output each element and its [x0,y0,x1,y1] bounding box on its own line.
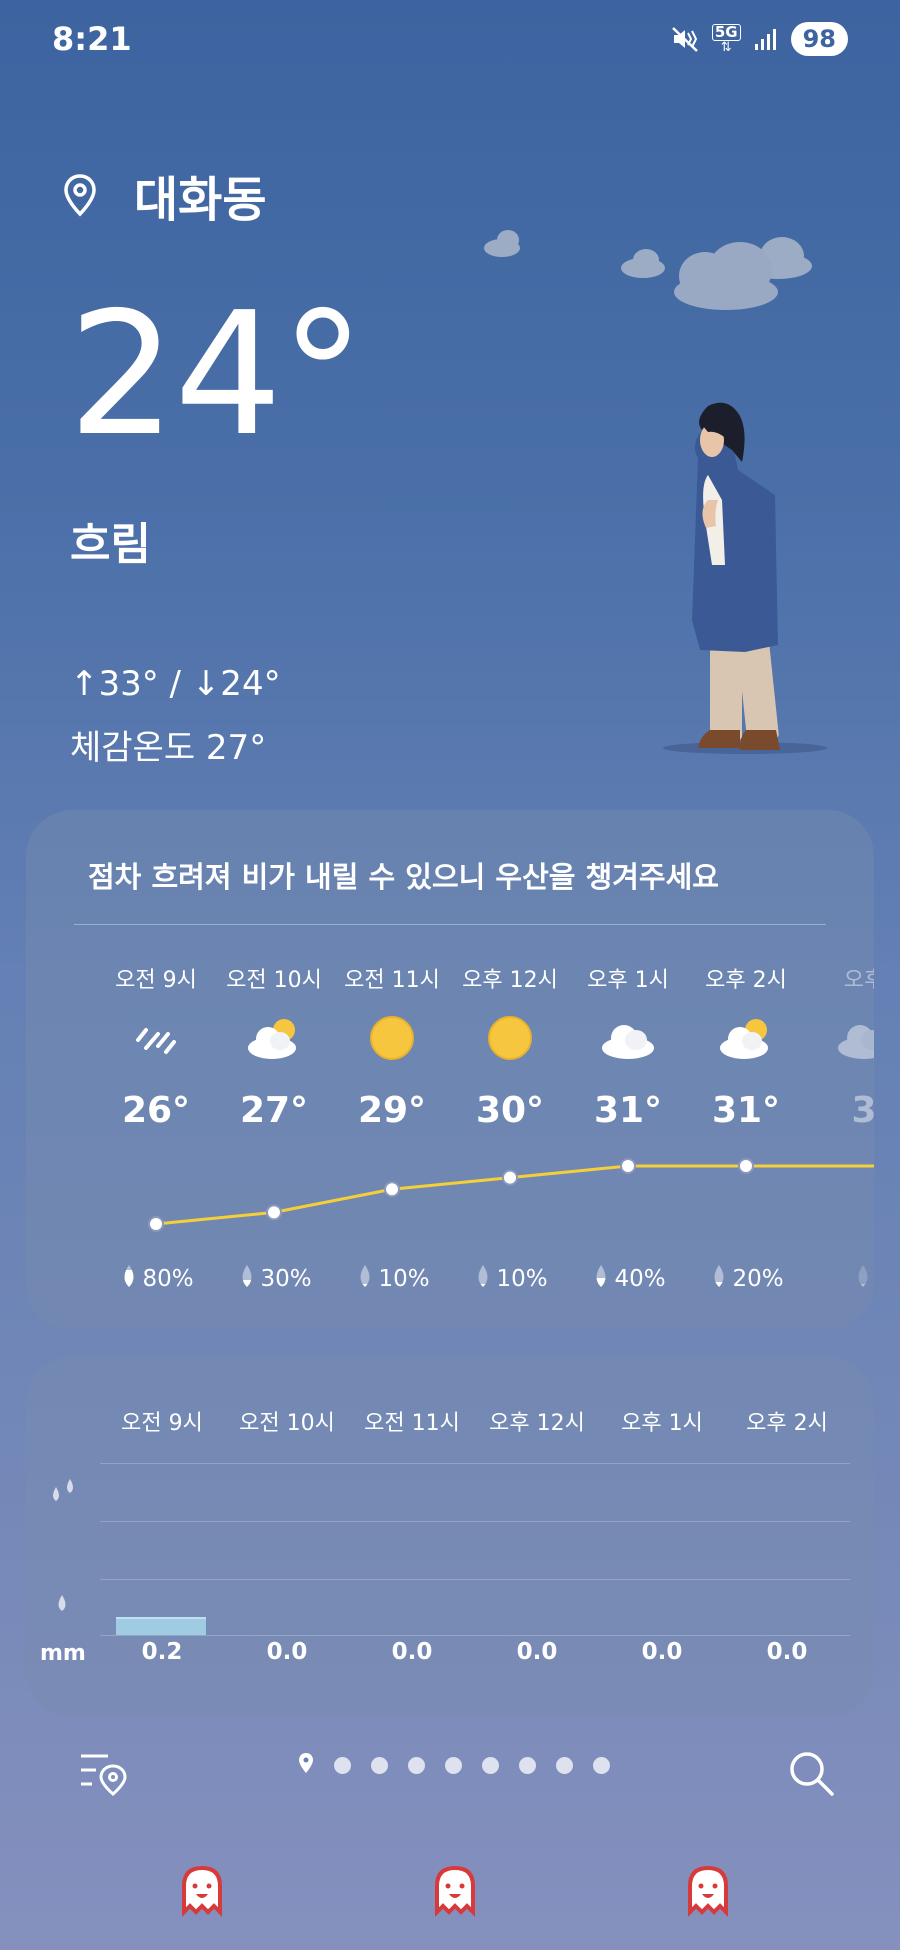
rainfall-amount: 0.0 [391,1639,433,1665]
high-low-temperature: ↑33° / ↓24° [70,664,281,704]
temperature-point [148,1216,164,1232]
page-dot[interactable] [408,1756,425,1774]
rainfall-time-label: 오후 1시 [621,1411,703,1436]
temperature-trend-line [148,1158,874,1232]
rainfall-bar [116,1617,206,1635]
page-dot[interactable] [445,1756,462,1774]
rainfall-amount: 0.0 [766,1639,808,1665]
rainfall-unit: mm [40,1641,86,1666]
temperature-point [266,1204,282,1221]
location-list-icon[interactable] [78,1750,128,1796]
page-indicator[interactable] [298,1752,610,1778]
ghost-icon[interactable] [680,1862,736,1918]
rainfall-time-label: 오후 2시 [746,1411,828,1436]
rainfall-time-label: 오전 10시 [239,1411,335,1436]
temperature-point [502,1169,518,1186]
page-dot[interactable] [519,1756,536,1774]
grid-line [100,1463,850,1464]
temperature-point [620,1158,636,1174]
temperature-point [738,1158,754,1174]
page-dot[interactable] [334,1756,351,1774]
light-rain-drop-icon [58,1595,66,1611]
bottom-nav [0,1742,900,1802]
grid-line [100,1635,850,1636]
search-icon[interactable] [786,1748,836,1798]
ghost-icon[interactable] [174,1862,230,1918]
page-dot[interactable] [482,1756,499,1774]
rainfall-amount: 0.0 [641,1639,683,1665]
rainfall-amount: 0.0 [266,1639,308,1665]
person-illustration [663,402,827,754]
rainfall-amount: 0.0 [516,1639,558,1665]
heavy-rain-drops-icon [53,1479,73,1501]
ghost-icon[interactable] [427,1862,483,1918]
current-temperature: 24° [68,276,365,474]
grid-line [100,1579,850,1580]
feels-like-temperature: 체감온도 27° [70,728,267,768]
rainfall-time-label: 오전 11시 [364,1411,460,1436]
rainfall-card[interactable]: 오전 9시 오전 10시 오전 11시 오후 12시 오후 1시 오후 2시 mm 0.2… [26,1357,874,1717]
rainfall-time-label: 오전 9시 [121,1411,203,1436]
hourly-forecast-card[interactable]: 점차 흐려져 비가 내릴 수 있으니 우산을 챙겨주세요 오전 9시 26° 80%… [26,810,874,1330]
weather-condition: 흐림 [70,519,151,570]
page-dot[interactable] [556,1756,573,1774]
page-dot[interactable] [371,1756,388,1774]
grid-line [100,1521,850,1522]
current-location-page-icon[interactable] [298,1752,314,1778]
page-dot[interactable] [593,1756,610,1774]
temperature-point [384,1181,400,1198]
rainfall-amount: 0.2 [141,1639,183,1665]
rainfall-time-label: 오후 12시 [489,1411,585,1436]
